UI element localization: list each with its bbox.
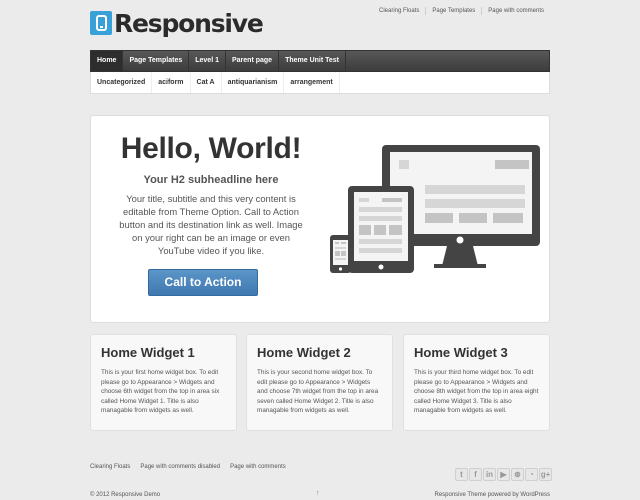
widget-text: This is your first home widget box. To e… — [101, 369, 220, 414]
widget-title: Home Widget 3 — [414, 345, 508, 360]
widget-text: This is your third home widget box. To e… — [414, 369, 539, 414]
rss-icon[interactable]: ◔ — [525, 468, 538, 481]
stumbleupon-icon[interactable]: ⊛ — [511, 468, 524, 481]
copyright: © 2012 Responsive Demo — [90, 492, 161, 498]
main-nav: Home Page Templates Level 1 Parent page … — [90, 50, 550, 72]
facebook-icon[interactable]: f — [469, 468, 482, 481]
widget-text: This is your second home widget box. To … — [257, 369, 379, 414]
scroll-top-link[interactable]: ↑ — [316, 490, 320, 497]
nav-item-page-templates[interactable]: Page Templates — [123, 51, 190, 71]
sub-nav-item[interactable]: arrangement — [284, 72, 340, 93]
top-menu-link[interactable]: Page Templates — [425, 7, 481, 15]
nav-item-level-1[interactable]: Level 1 — [189, 51, 226, 71]
widget-title: Home Widget 1 — [101, 345, 195, 360]
phone-device-icon — [330, 235, 351, 273]
call-to-action-button[interactable]: Call to Action — [148, 269, 258, 296]
hero-subtitle: Your H2 subheadline here — [143, 174, 279, 186]
nav-item-home[interactable]: Home — [91, 51, 124, 71]
widget-title: Home Widget 2 — [257, 345, 351, 360]
powered-by[interactable]: Responsive Theme powered by WordPress — [435, 492, 551, 498]
social-icons: t f in ▶ ⊛ ◔ g+ — [455, 468, 553, 481]
twitter-icon[interactable]: t — [455, 468, 468, 481]
sub-nav: Uncategorized aciform Cat A antiquariani… — [90, 72, 550, 94]
sub-nav-item[interactable]: Uncategorized — [91, 72, 153, 93]
youtube-icon[interactable]: ▶ — [497, 468, 510, 481]
google-plus-icon[interactable]: g+ — [539, 468, 552, 481]
featured-section: Hello, World! Your H2 subheadline here Y… — [90, 115, 550, 323]
top-menu-link[interactable]: Clearing Floats — [373, 7, 425, 15]
footer-link[interactable]: Page with comments disabled — [140, 464, 220, 470]
home-widget-1: Home Widget 1 This is your first home wi… — [90, 334, 237, 431]
tablet-icon — [90, 11, 112, 35]
responsive-devices-illustration — [330, 145, 540, 273]
home-widget-2: Home Widget 2 This is your second home w… — [246, 334, 393, 431]
site-logo[interactable]: Responsive — [90, 8, 264, 38]
nav-item-theme-unit-test[interactable]: Theme Unit Test — [279, 51, 346, 71]
site-title: Responsive — [114, 8, 264, 38]
tablet-device-icon — [348, 186, 414, 273]
sub-nav-item[interactable]: antiquarianism — [222, 72, 285, 93]
top-menu-link[interactable]: Page with comments — [481, 7, 550, 15]
footer-menu: Clearing Floats Page with comments disab… — [90, 464, 296, 470]
nav-item-parent-page[interactable]: Parent page — [226, 51, 280, 71]
sub-nav-item[interactable]: aciform — [152, 72, 191, 93]
footer-link[interactable]: Clearing Floats — [90, 464, 130, 470]
footer-link[interactable]: Page with comments — [230, 464, 286, 470]
sub-nav-item[interactable]: Cat A — [191, 72, 222, 93]
top-menu: Clearing Floats Page Templates Page with… — [373, 7, 550, 15]
hero-text: Your title, subtitle and this very conte… — [119, 193, 303, 256]
home-widget-3: Home Widget 3 This is your third home wi… — [403, 334, 550, 431]
hero-title: Hello, World! — [120, 132, 302, 165]
linkedin-icon[interactable]: in — [483, 468, 496, 481]
